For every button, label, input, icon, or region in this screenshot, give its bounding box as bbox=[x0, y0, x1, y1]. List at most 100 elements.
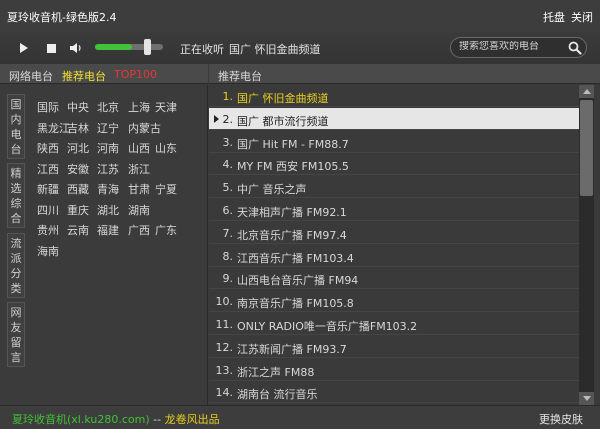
station-row[interactable]: 1. 国广 怀旧金曲频道 bbox=[209, 85, 579, 107]
region-item[interactable]: 河北 bbox=[67, 140, 89, 156]
region-item[interactable]: 江西 bbox=[37, 161, 59, 177]
station-name: 湖南台 流行音乐 bbox=[237, 388, 318, 402]
region-item[interactable]: 浙江 bbox=[128, 161, 150, 177]
region-item[interactable]: 广东 bbox=[155, 222, 177, 238]
search-box bbox=[450, 37, 587, 58]
region-item[interactable]: 内蒙古 bbox=[128, 120, 161, 136]
station-row[interactable]: 14. 湖南台 流行音乐 bbox=[209, 381, 579, 404]
search-icon[interactable] bbox=[568, 41, 582, 55]
footer-separator: -- bbox=[153, 413, 162, 426]
station-number: 2. bbox=[222, 112, 234, 126]
stop-button[interactable] bbox=[44, 41, 58, 55]
region-item[interactable]: 福建 bbox=[97, 222, 119, 238]
volume-slider-fill bbox=[95, 44, 132, 50]
station-number: 10. bbox=[215, 295, 234, 309]
scrollbar-thumb[interactable] bbox=[580, 100, 593, 196]
region-item[interactable]: 陕西 bbox=[37, 140, 59, 156]
title-bar: 夏玲收音机-绿色版2.4 托盘 关闭 bbox=[0, 0, 600, 32]
station-name: 国广 Hit FM - FM88.7 bbox=[237, 137, 349, 151]
region-item[interactable]: 贵州 bbox=[37, 222, 59, 238]
category-messages[interactable]: 网友留言 bbox=[7, 302, 25, 367]
category-featured[interactable]: 精选综合 bbox=[7, 163, 25, 228]
tab-top100[interactable]: TOP100 bbox=[114, 68, 157, 81]
region-item[interactable]: 安徽 bbox=[67, 161, 89, 177]
region-item[interactable]: 山东 bbox=[155, 140, 177, 156]
tab-recommended[interactable]: 推荐电台 bbox=[62, 68, 106, 84]
region-item[interactable]: 湖北 bbox=[97, 202, 119, 218]
volume-slider-thumb[interactable] bbox=[144, 39, 151, 55]
region-item[interactable]: 黑龙江 bbox=[37, 120, 70, 136]
station-list: 1. 国广 怀旧金曲频道 2. 国广 都市流行频道 3. 国广 Hit FM - FM88… bbox=[209, 85, 579, 405]
region-item[interactable]: 辽宁 bbox=[97, 120, 119, 136]
station-number: 8. bbox=[222, 249, 234, 263]
station-name: 国广 怀旧金曲频道 bbox=[237, 92, 329, 105]
category-panel: 国内电台 精选综合 流派分类 网友留言 国际 中央 北京 上海 天津黑龙江 吉林 辽宁 内蒙古… bbox=[0, 85, 208, 405]
scroll-down-button[interactable] bbox=[579, 392, 594, 405]
search-input[interactable] bbox=[459, 41, 559, 52]
region-item[interactable]: 天津 bbox=[155, 99, 177, 115]
region-item[interactable]: 云南 bbox=[67, 222, 89, 238]
speaker-icon bbox=[70, 43, 81, 53]
station-row[interactable]: 4. MY FM 西安 FM105.5 bbox=[209, 153, 579, 176]
station-number: 14. bbox=[215, 386, 234, 400]
station-row[interactable]: 6. 天津相声广播 FM92.1 bbox=[209, 199, 579, 221]
station-number: 1. bbox=[222, 90, 234, 103]
station-row[interactable]: 2. 国广 都市流行频道 bbox=[209, 107, 579, 130]
volume-button[interactable] bbox=[69, 41, 83, 55]
play-button[interactable] bbox=[17, 41, 31, 55]
station-name: 天津相声广播 FM92.1 bbox=[237, 206, 347, 219]
station-row[interactable]: 8. 江西音乐广播 FM103.4 bbox=[209, 245, 579, 267]
stop-icon bbox=[46, 43, 56, 53]
playback-status: 正在收听 bbox=[180, 43, 224, 56]
station-name: MY FM 西安 FM105.5 bbox=[237, 160, 349, 174]
station-row[interactable]: 11. ONLY RADIO唯一音乐广播FM103.2 bbox=[209, 313, 579, 335]
station-row[interactable]: 13. 浙江之声 FM88 bbox=[209, 359, 579, 381]
tab-network-radio[interactable]: 网络电台 bbox=[9, 68, 53, 84]
region-item[interactable]: 青海 bbox=[97, 181, 119, 197]
station-row[interactable]: 10. 南京音乐广播 FM105.8 bbox=[209, 290, 579, 313]
station-number: 9. bbox=[222, 272, 234, 286]
region-item[interactable]: 国际 bbox=[37, 99, 59, 115]
station-row[interactable]: 12. 江苏新闻广播 FM93.7 bbox=[209, 336, 579, 358]
station-number: 3. bbox=[222, 135, 234, 149]
station-number: 12. bbox=[215, 340, 234, 354]
region-item[interactable]: 中央 bbox=[67, 99, 89, 115]
station-number: 13. bbox=[215, 363, 234, 377]
region-item[interactable]: 河南 bbox=[97, 140, 119, 156]
list-header: 推荐电台 bbox=[209, 64, 600, 84]
current-station: 国广 怀旧金曲频道 bbox=[229, 43, 321, 56]
region-item[interactable]: 重庆 bbox=[67, 202, 89, 218]
region-item[interactable]: 上海 bbox=[128, 99, 150, 115]
region-item[interactable]: 新疆 bbox=[37, 181, 59, 197]
category-domestic[interactable]: 国内电台 bbox=[7, 94, 25, 159]
station-name: 国广 都市流行频道 bbox=[237, 114, 329, 128]
scroll-up-button[interactable] bbox=[579, 85, 594, 98]
region-item[interactable]: 湖南 bbox=[128, 202, 150, 218]
footer-maker: 龙卷风出品 bbox=[164, 413, 220, 426]
region-item[interactable]: 四川 bbox=[37, 202, 59, 218]
region-item[interactable]: 江苏 bbox=[97, 161, 119, 177]
station-row[interactable]: 7. 北京音乐广播 FM97.4 bbox=[209, 222, 579, 244]
region-item[interactable]: 宁夏 bbox=[155, 181, 177, 197]
change-skin-button[interactable]: 更换皮肤 bbox=[539, 411, 583, 427]
region-item[interactable]: 西藏 bbox=[67, 181, 89, 197]
region-item[interactable]: 北京 bbox=[97, 99, 119, 115]
footer-site-link[interactable]: 夏玲收音机(xl.ku280.com) bbox=[12, 413, 150, 426]
list-scrollbar[interactable] bbox=[579, 85, 594, 405]
category-genre[interactable]: 流派分类 bbox=[7, 233, 25, 298]
region-item[interactable]: 甘肃 bbox=[128, 181, 150, 197]
region-item[interactable]: 广西 bbox=[128, 222, 150, 238]
region-item[interactable]: 山西 bbox=[128, 140, 150, 156]
region-item[interactable]: 吉林 bbox=[67, 120, 89, 136]
close-button[interactable]: 关闭 bbox=[571, 9, 593, 25]
station-name: 浙江之声 FM88 bbox=[237, 365, 315, 379]
station-row[interactable]: 9. 山西电台音乐广播 FM94 bbox=[209, 267, 579, 290]
station-name: 南京音乐广播 FM105.8 bbox=[237, 297, 354, 311]
station-number: 5. bbox=[222, 181, 234, 195]
tray-button[interactable]: 托盘 bbox=[543, 9, 565, 25]
station-row[interactable]: 3. 国广 Hit FM - FM88.7 bbox=[209, 131, 579, 153]
station-row[interactable]: 5. 中广 音乐之声 bbox=[209, 176, 579, 199]
station-name: 山西电台音乐广播 FM94 bbox=[237, 274, 359, 288]
region-item[interactable]: 海南 bbox=[37, 243, 59, 259]
station-name: 北京音乐广播 FM97.4 bbox=[237, 228, 347, 242]
